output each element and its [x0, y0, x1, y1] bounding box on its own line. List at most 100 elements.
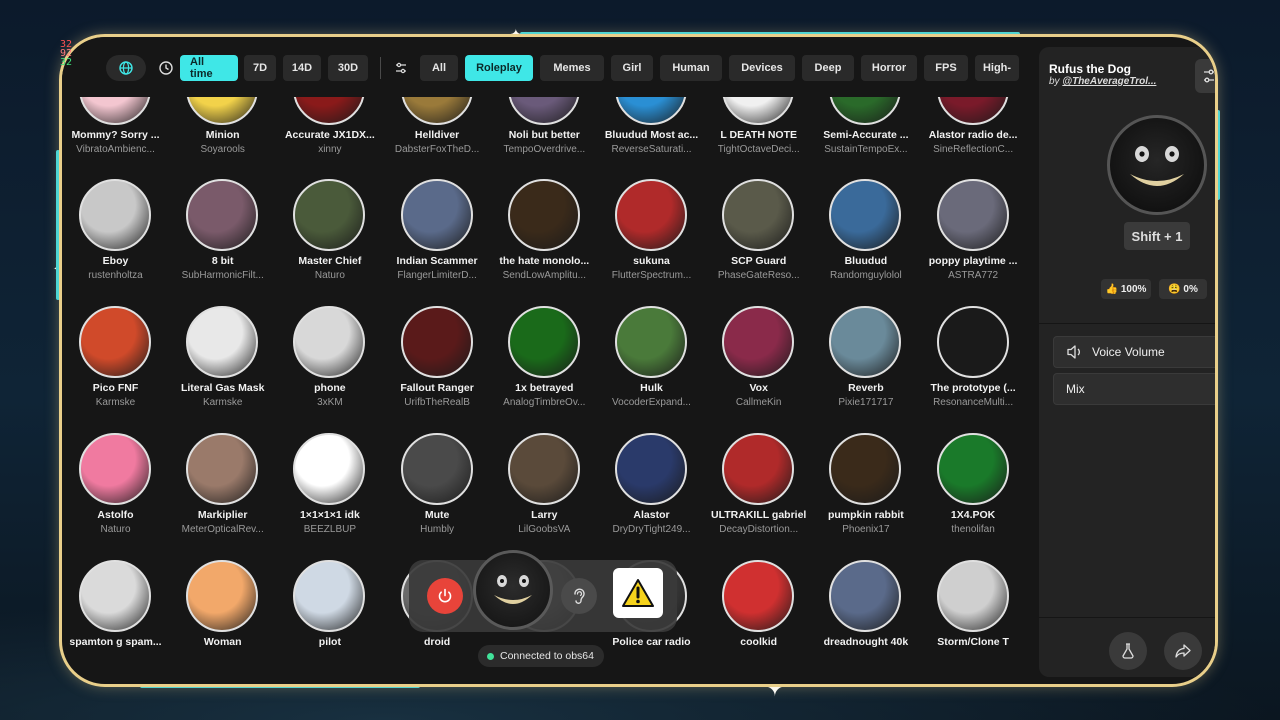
voice-avatar[interactable]: [829, 560, 902, 632]
category-all[interactable]: All: [420, 55, 458, 81]
voice-avatar[interactable]: [829, 97, 902, 125]
category-roleplay[interactable]: Roleplay: [465, 55, 533, 81]
voice-author[interactable]: SubHarmonicFilt...: [169, 270, 276, 281]
like-rating[interactable]: 👍 100%: [1101, 279, 1151, 299]
mix-row[interactable]: Mix: [1053, 373, 1215, 405]
voice-card[interactable]: Helldiver DabsterFoxTheD...: [384, 97, 491, 179]
category-horror[interactable]: Horror: [861, 55, 917, 81]
category-deep[interactable]: Deep: [802, 55, 854, 81]
voice-avatar[interactable]: [722, 97, 795, 125]
voice-author[interactable]: LilGoobsVA: [491, 524, 598, 535]
voice-card[interactable]: Bluudud Randomguylolol: [812, 179, 919, 305]
voice-author[interactable]: ResonanceMulti...: [920, 397, 1027, 408]
warning-button[interactable]: [613, 568, 663, 618]
dislike-rating[interactable]: 😩 0%: [1159, 279, 1207, 299]
voice-avatar[interactable]: [507, 97, 580, 125]
author-link[interactable]: @TheAverageTrol...: [1062, 76, 1156, 87]
category-human[interactable]: Human: [660, 55, 722, 81]
voice-author[interactable]: SustainTempoEx...: [812, 144, 919, 155]
voice-card[interactable]: Literal Gas Mask Karmske: [169, 306, 276, 432]
voice-card[interactable]: L DEATH NOTE TightOctaveDeci...: [705, 97, 812, 179]
voice-author[interactable]: Randomguylolol: [812, 270, 919, 281]
voice-avatar[interactable]: [293, 560, 366, 632]
voice-author[interactable]: xinny: [276, 144, 383, 155]
category-girl[interactable]: Girl: [611, 55, 653, 81]
share-button[interactable]: [1164, 632, 1202, 670]
voice-card[interactable]: Minion Soyarools: [169, 97, 276, 179]
voice-author[interactable]: VibratoAmbienc...: [62, 144, 169, 155]
category-memes[interactable]: Memes: [540, 55, 604, 81]
voice-avatar[interactable]: [829, 433, 902, 505]
voice-avatar[interactable]: [722, 179, 795, 251]
voice-avatar[interactable]: [936, 560, 1009, 632]
voice-author[interactable]: thenolifan: [920, 524, 1027, 535]
voice-card[interactable]: Vox CallmeKin: [705, 306, 812, 432]
voice-avatar[interactable]: [936, 97, 1009, 125]
voice-avatar[interactable]: [615, 179, 687, 251]
voice-author[interactable]: SendLowAmplitu...: [491, 270, 598, 281]
voice-author[interactable]: FlutterSpectrum...: [598, 270, 705, 281]
voice-avatar[interactable]: [293, 97, 366, 125]
voice-card[interactable]: phone 3xKM: [276, 306, 383, 432]
voice-author[interactable]: AnalogTimbreOv...: [491, 397, 598, 408]
voice-card[interactable]: 1X4.POK thenolifan: [920, 433, 1027, 559]
voice-avatar[interactable]: [722, 433, 795, 505]
voice-avatar[interactable]: [722, 560, 795, 632]
voice-avatar[interactable]: [293, 306, 366, 378]
voice-card[interactable]: 8 bit SubHarmonicFilt...: [169, 179, 276, 305]
voice-card[interactable]: Mute Humbly: [384, 433, 491, 559]
voice-avatar[interactable]: [615, 433, 687, 505]
voice-avatar[interactable]: [615, 97, 687, 125]
voice-card[interactable]: Indian Scammer FlangerLimiterD...: [384, 179, 491, 305]
voice-card[interactable]: spamton g spam...: [62, 560, 169, 684]
voice-author[interactable]: TempoOverdrive...: [491, 144, 598, 155]
voice-card[interactable]: the hate monolo... SendLowAmplitu...: [491, 179, 598, 305]
voice-author[interactable]: Humbly: [384, 524, 491, 535]
voice-avatar[interactable]: [293, 179, 366, 251]
voice-card[interactable]: Hulk VocoderExpand...: [598, 306, 705, 432]
voice-card[interactable]: Fallout Ranger UrifbTheRealB: [384, 306, 491, 432]
voice-avatar[interactable]: [400, 433, 473, 505]
voice-card[interactable]: Bluudud Most ac... ReverseSaturati...: [598, 97, 705, 179]
flask-button[interactable]: [1109, 632, 1147, 670]
voice-author[interactable]: Karmske: [169, 397, 276, 408]
voice-avatar[interactable]: [507, 179, 580, 251]
voice-author[interactable]: 3xKM: [276, 397, 383, 408]
voice-card[interactable]: Pico FNF Karmske: [62, 306, 169, 432]
voice-avatar[interactable]: [79, 97, 151, 125]
voice-author[interactable]: DryDryTight249...: [598, 524, 705, 535]
voice-avatar[interactable]: [615, 306, 687, 378]
category-high[interactable]: High-: [975, 55, 1019, 81]
voice-card[interactable]: pumpkin rabbit Phoenix17: [812, 433, 919, 559]
voice-avatar[interactable]: [400, 179, 473, 251]
voice-card[interactable]: Storm/Clone T: [920, 560, 1027, 684]
voice-avatar[interactable]: [507, 306, 580, 378]
voice-author[interactable]: Soyarools: [169, 144, 276, 155]
time-filter-all-time[interactable]: All time: [180, 55, 238, 81]
voice-card[interactable]: Woman: [169, 560, 276, 684]
voice-avatar[interactable]: [722, 306, 795, 378]
voice-card[interactable]: coolkid: [705, 560, 812, 684]
voice-avatar[interactable]: [936, 433, 1009, 505]
time-filter-30d[interactable]: 30D: [328, 55, 368, 81]
voice-avatar[interactable]: [400, 97, 473, 125]
voice-card[interactable]: Eboy rustenholtza: [62, 179, 169, 305]
voice-avatar[interactable]: [936, 179, 1009, 251]
voice-avatar[interactable]: [829, 179, 902, 251]
voice-avatar[interactable]: [186, 560, 259, 632]
voice-author[interactable]: Naturo: [276, 270, 383, 281]
voice-card[interactable]: poppy playtime ... ASTRA772: [920, 179, 1027, 305]
globe-button[interactable]: [106, 55, 146, 81]
voice-author[interactable]: VocoderExpand...: [598, 397, 705, 408]
voice-card[interactable]: SCP Guard PhaseGateReso...: [705, 179, 812, 305]
voice-author[interactable]: CallmeKin: [705, 397, 812, 408]
voice-avatar[interactable]: [79, 306, 151, 378]
voice-avatar[interactable]: [186, 306, 259, 378]
voice-card[interactable]: 1x betrayed AnalogTimbreOv...: [491, 306, 598, 432]
time-filter-14d[interactable]: 14D: [283, 55, 321, 81]
voice-volume-row[interactable]: Voice Volume: [1053, 336, 1215, 368]
power-button[interactable]: [427, 578, 463, 614]
voice-settings-button[interactable]: [1195, 59, 1215, 93]
voice-avatar[interactable]: [400, 306, 473, 378]
voice-author[interactable]: rustenholtza: [62, 270, 169, 281]
